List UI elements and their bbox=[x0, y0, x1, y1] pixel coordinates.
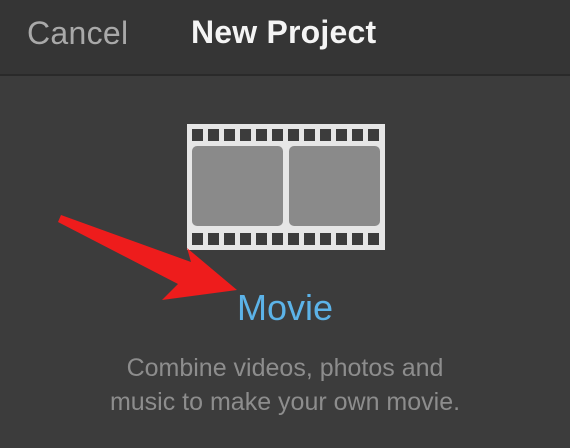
cancel-button[interactable]: Cancel bbox=[27, 15, 128, 52]
movie-option-label[interactable]: Movie bbox=[0, 287, 570, 329]
new-project-screen: Cancel New Project Movie Combine videos,… bbox=[0, 0, 570, 448]
page-title: New Project bbox=[191, 14, 377, 50]
movie-description: Combine videos, photos and music to make… bbox=[0, 351, 570, 419]
description-line: music to make your own movie. bbox=[109, 388, 461, 416]
navigation-bar: Cancel New Project bbox=[0, 0, 570, 76]
description-line: Combine videos, photos and bbox=[126, 354, 444, 382]
